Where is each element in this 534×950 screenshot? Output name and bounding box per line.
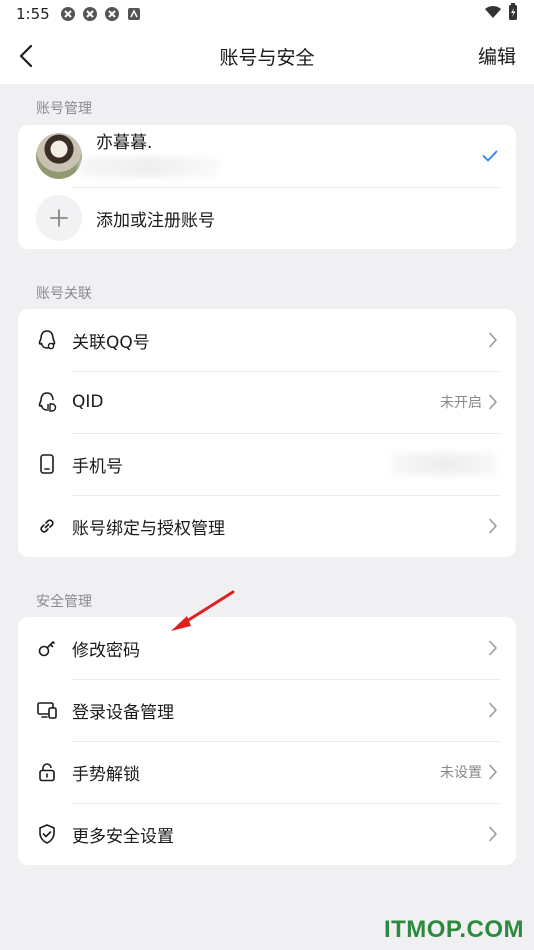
more-security-row[interactable]: 更多安全设置	[18, 803, 516, 865]
notification-app-icon	[104, 6, 120, 22]
avatar	[36, 133, 82, 179]
chevron-left-icon	[19, 44, 33, 68]
section-label-binding: 账号关联	[36, 286, 92, 302]
chevron-right-icon	[489, 764, 497, 780]
gesture-unlock-status: 未设置	[440, 765, 482, 781]
notification-app-icon	[82, 6, 98, 22]
add-account-row[interactable]: 添加或注册账号	[18, 187, 516, 249]
row-trailing: 未设置	[440, 762, 498, 782]
gesture-unlock-label: 手势解锁	[72, 764, 140, 785]
key-icon	[36, 637, 58, 659]
notification-app-icon	[60, 6, 76, 22]
battery-icon	[508, 3, 518, 25]
add-account-label: 添加或注册账号	[96, 210, 215, 231]
qid-status: 未开启	[440, 395, 482, 411]
link-qq-row[interactable]: 关联QQ号	[18, 309, 516, 371]
devices-icon	[36, 699, 58, 721]
status-bar: 1:55	[0, 0, 534, 28]
chevron-right-icon	[489, 702, 497, 718]
account-name: 亦暮暮.	[96, 132, 153, 153]
gesture-unlock-row[interactable]: 手势解锁 未设置	[18, 741, 516, 803]
account-id-redacted	[80, 156, 220, 177]
more-security-label: 更多安全设置	[72, 826, 174, 847]
text-notification-icon	[126, 6, 142, 22]
phone-label: 手机号	[72, 456, 123, 477]
row-trailing	[488, 518, 498, 534]
link-qq-label: 关联QQ号	[72, 332, 150, 353]
watermark-logo: ITMOP.COM	[383, 916, 524, 943]
phone-icon	[36, 453, 58, 475]
lock-icon	[36, 761, 58, 783]
status-time: 1:55	[16, 5, 50, 23]
checkmark-icon	[482, 150, 498, 162]
chevron-right-icon	[489, 826, 497, 842]
qq-icon	[36, 329, 58, 351]
status-right	[484, 3, 518, 25]
qid-icon	[36, 391, 58, 413]
binding-auth-label: 账号绑定与授权管理	[72, 518, 225, 539]
edit-button[interactable]: 编辑	[478, 42, 516, 69]
chevron-right-icon	[489, 332, 497, 348]
account-selected	[482, 150, 498, 162]
row-trailing	[388, 453, 498, 475]
chevron-right-icon	[489, 518, 497, 534]
plus-icon	[50, 209, 68, 227]
section-label-security: 安全管理	[36, 594, 92, 610]
login-devices-row[interactable]: 登录设备管理	[18, 679, 516, 741]
chevron-right-icon	[489, 394, 497, 410]
account-card: 亦暮暮. 添加或注册账号	[18, 125, 516, 249]
row-trailing	[488, 640, 498, 656]
binding-card: 关联QQ号 QID 未开启 手机号 账号绑定与授权管理	[18, 309, 516, 557]
page-title: 账号与安全	[219, 46, 315, 69]
row-trailing: 未开启	[440, 392, 498, 412]
row-trailing	[488, 702, 498, 718]
add-account-circle	[36, 195, 82, 241]
link-icon	[36, 515, 58, 537]
nav-bar: 账号与安全 编辑	[0, 28, 534, 84]
qid-label: QID	[72, 392, 104, 412]
shield-check-icon	[36, 823, 58, 845]
security-card: 修改密码 登录设备管理 手势解锁 未设置 更多安全设置	[18, 617, 516, 865]
back-button[interactable]	[10, 40, 42, 72]
chevron-right-icon	[489, 640, 497, 656]
login-devices-label: 登录设备管理	[72, 702, 174, 723]
phone-number-redacted	[388, 453, 498, 475]
change-password-label: 修改密码	[72, 640, 140, 661]
section-label-account: 账号管理	[36, 101, 92, 117]
row-trailing	[488, 332, 498, 348]
notification-icons	[60, 6, 142, 22]
qid-row[interactable]: QID 未开启	[18, 371, 516, 433]
phone-row[interactable]: 手机号	[18, 433, 516, 495]
change-password-row[interactable]: 修改密码	[18, 617, 516, 679]
current-account-row[interactable]: 亦暮暮.	[18, 125, 516, 187]
wifi-icon	[484, 5, 502, 23]
binding-auth-row[interactable]: 账号绑定与授权管理	[18, 495, 516, 557]
account-info: 亦暮暮.	[80, 133, 220, 177]
annotation-arrow-icon	[171, 590, 235, 631]
row-trailing	[488, 826, 498, 842]
